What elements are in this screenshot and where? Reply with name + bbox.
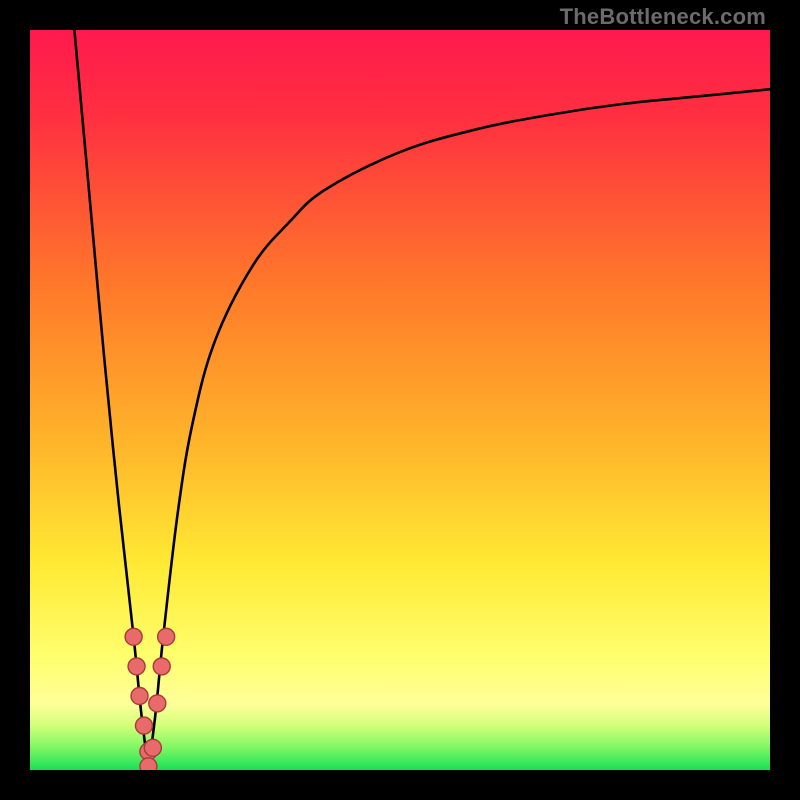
data-marker — [140, 758, 157, 770]
data-marker — [149, 695, 166, 712]
chart-frame: TheBottleneck.com — [0, 0, 800, 800]
watermark-text: TheBottleneck.com — [560, 4, 766, 30]
plot-area — [30, 30, 770, 770]
curve-right-branch — [148, 89, 770, 770]
data-marker — [131, 688, 148, 705]
data-marker — [125, 628, 142, 645]
curves-layer — [30, 30, 770, 770]
data-marker — [135, 717, 152, 734]
data-marker — [158, 628, 175, 645]
data-marker — [144, 739, 161, 756]
data-marker — [153, 658, 170, 675]
data-marker — [128, 658, 145, 675]
